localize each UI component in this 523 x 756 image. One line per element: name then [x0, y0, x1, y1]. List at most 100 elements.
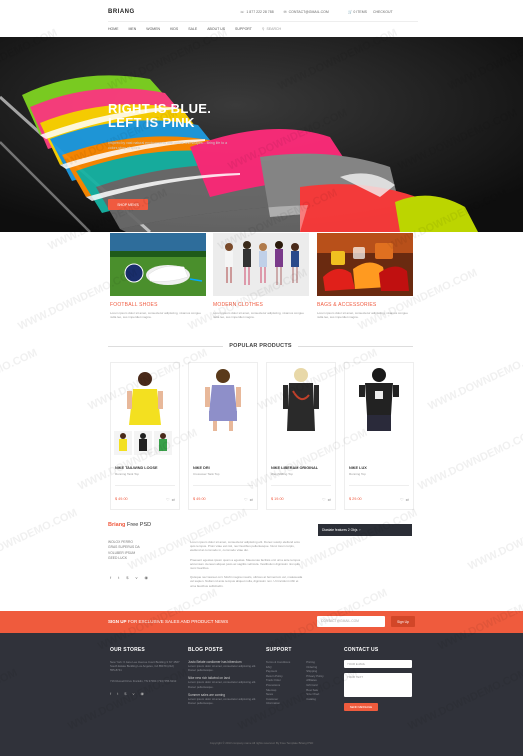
- support-link[interactable]: Catalog: [306, 697, 323, 702]
- nav-home[interactable]: HOME: [108, 27, 119, 31]
- share-icon[interactable]: $: [126, 575, 128, 580]
- support-links-col-1: Terms & Conditions FAQ Payment Return Po…: [266, 660, 290, 706]
- product-name[interactable]: NIKE LUX: [349, 466, 367, 470]
- twitter-icon[interactable]: t: [117, 691, 118, 696]
- heart-icon[interactable]: ♡: [400, 497, 404, 502]
- logo[interactable]: BRIANG: [108, 9, 135, 15]
- compare-icon[interactable]: ⇄: [406, 497, 409, 502]
- contact-message-field[interactable]: YOUR TEXT: [344, 673, 412, 697]
- category-text: Lorem ipsum dolor sit amet, consectetur …: [110, 311, 201, 320]
- checkout-link[interactable]: CHECKOUT: [373, 10, 393, 14]
- divider: [108, 345, 224, 347]
- copyright: Copyright © 2013 company name All rights…: [209, 741, 314, 745]
- product-image[interactable]: [113, 365, 177, 431]
- about-title: Briang Free PSD: [108, 522, 151, 528]
- nav-men[interactable]: MEN: [129, 27, 137, 31]
- popular-heading: POPULAR PRODUCTS: [108, 343, 414, 349]
- footer-contact: CONTACT US YOUR E-MAIL YOUR TEXT SEND ME…: [344, 647, 414, 711]
- newsletter-email-input[interactable]: CONTACT@GMAIL.COM: [317, 616, 385, 627]
- product-card[interactable]: NIKE LUX Running Top $ 29.00 ♡ ⇄: [344, 362, 414, 510]
- category-image-bags[interactable]: [317, 233, 413, 296]
- hero-image: [0, 37, 523, 232]
- search-icon: ⚲: [261, 27, 265, 31]
- about-list-item[interactable]: GRAS SUPERUS DA: [108, 545, 140, 550]
- hero-shop-button[interactable]: SHOP MEN'S: [108, 199, 148, 210]
- rss-icon[interactable]: ◉: [144, 575, 148, 580]
- product-image[interactable]: [347, 365, 411, 431]
- product-name[interactable]: NIKE TAILWIND LOOSE: [115, 466, 158, 470]
- product-image[interactable]: [269, 365, 333, 431]
- vimeo-icon[interactable]: v: [132, 691, 134, 696]
- blog-post-text: Lorem ipsum dolor sit amet, consectetur …: [188, 680, 257, 689]
- compare-icon[interactable]: ⇄: [328, 497, 331, 502]
- newsletter-text: SIGN UP FOR EXCLUSIVE SALES AND PRODUCT …: [108, 619, 228, 624]
- category-title[interactable]: MODERN CLOTHES: [213, 302, 309, 308]
- blog-post-text: Lorem ipsum dolor sit amet, consectetur …: [188, 696, 257, 706]
- product-name[interactable]: NIKE DRI: [193, 466, 210, 470]
- footer-stores-title: OUR STORES: [110, 647, 145, 653]
- rss-icon[interactable]: ◉: [140, 691, 144, 696]
- header-contact: ☏ 1 877 222 28 788 ✉ CONTACT@GMAIL.COM: [240, 10, 329, 14]
- support-link[interactable]: Information: [266, 701, 290, 706]
- product-thumbnail[interactable]: [154, 431, 172, 455]
- category-title[interactable]: FOOTBALL SHOES: [110, 302, 206, 308]
- support-link[interactable]: Terms & Conditions: [266, 660, 290, 665]
- email-info[interactable]: ✉ CONTACT@GMAIL.COM: [284, 10, 329, 14]
- facebook-icon[interactable]: f: [110, 575, 111, 580]
- phone-icon: ☏: [240, 10, 245, 14]
- cart-link[interactable]: 🛒 0 ITEMS: [348, 10, 367, 14]
- category-image-football[interactable]: [110, 233, 206, 296]
- heart-icon[interactable]: ♡: [166, 497, 170, 502]
- blog-post-text: Lorem ipsum dolor sit amet, consectetur …: [188, 664, 257, 673]
- watermark-text: WWW.DOWNDEMO.COM: [0, 507, 79, 573]
- about-list-item[interactable]: GEED LUCK: [108, 556, 140, 561]
- vimeo-icon[interactable]: v: [135, 575, 137, 580]
- nav-women[interactable]: WOMEN: [146, 27, 160, 31]
- heart-icon[interactable]: ♡: [322, 497, 326, 502]
- compare-icon[interactable]: ⇄: [250, 497, 253, 502]
- product-card[interactable]: NIKE TAILWIND LOOSE Running Tank Top $ 4…: [110, 362, 180, 510]
- facebook-icon[interactable]: f: [110, 691, 111, 696]
- product-price: $ 29.00: [349, 497, 362, 501]
- product-name[interactable]: NIKE LIBERAM ORIGINAL: [271, 466, 318, 470]
- product-card[interactable]: NIKE DRI Crossover Tank Top $ 49.00 ♡ ⇄: [188, 362, 258, 510]
- page: BRIANG ☏ 1 877 222 28 788 ✉ CONTACT@GMAIL.…: [0, 0, 523, 756]
- about-paragraph: Praesent egestas ipsum quam a egestas. M…: [190, 557, 301, 571]
- compare-icon[interactable]: ⇄: [172, 497, 175, 502]
- product-card[interactable]: NIKE LIBERAM ORIGINAL Weightlifting Top …: [266, 362, 336, 510]
- category-text: Lorem ipsum dolor sit amet, consectetur …: [213, 311, 304, 320]
- about-text: Lorem ipsum dolor sit amet, consectetur …: [190, 540, 305, 593]
- twitter-icon[interactable]: t: [118, 575, 119, 580]
- category-title[interactable]: BAGS & ACCESSORIES: [317, 302, 413, 308]
- category-football[interactable]: FOOTBALL SHOES Lorem ipsum dolor sit ame…: [110, 233, 206, 319]
- product-price: $ 49.00: [193, 497, 206, 501]
- support-links-col-2: Pricing Ordering Shipping Privacy Policy…: [306, 660, 323, 706]
- category-clothes[interactable]: MODERN CLOTHES Lorem ipsum dolor sit ame…: [213, 233, 309, 319]
- send-message-button[interactable]: SEND MESSAGE: [344, 703, 378, 711]
- nav-sale[interactable]: SALE: [188, 27, 197, 31]
- watermark-text: WWW.DOWNDEMO.COM: [466, 507, 523, 573]
- about-suffix: Free PSD: [126, 522, 152, 528]
- category-bags[interactable]: BAGS & ACCESSORIES Lorem ipsum dolor sit…: [317, 233, 413, 319]
- search-input[interactable]: ⚲ Search: [262, 27, 281, 31]
- share-icon[interactable]: $: [124, 691, 126, 696]
- product-thumbnail[interactable]: [114, 431, 132, 455]
- watermark-text: WWW.DOWNDEMO.COM: [416, 427, 523, 493]
- nav-support[interactable]: SUPPORT: [235, 27, 252, 31]
- product-image[interactable]: [191, 365, 255, 431]
- category-image-clothes[interactable]: [213, 233, 309, 296]
- divider: [349, 485, 409, 486]
- heart-icon[interactable]: ♡: [244, 497, 248, 502]
- nav-about[interactable]: ABOUT US: [207, 27, 225, 31]
- promo-banner[interactable]: Diastate features 2 Objs ›: [318, 524, 412, 536]
- newsletter-signup-button[interactable]: Sign Up: [391, 616, 415, 627]
- main-nav: HOME MEN WOMEN KIDS SALE ABOUT US SUPPOR…: [108, 27, 281, 31]
- product-thumbnail[interactable]: [134, 431, 152, 455]
- footer-blog-title: BLOG POSTS: [188, 647, 223, 653]
- promo-text: Diastate features 2 Objs: [322, 528, 358, 532]
- phone-info: ☏ 1 877 222 28 788: [240, 10, 274, 14]
- phone-text: 1 877 222 28 788: [246, 10, 274, 14]
- nav-kids[interactable]: KIDS: [170, 27, 178, 31]
- mail-icon: ✉: [283, 10, 287, 14]
- contact-email-field[interactable]: YOUR E-MAIL: [344, 660, 412, 668]
